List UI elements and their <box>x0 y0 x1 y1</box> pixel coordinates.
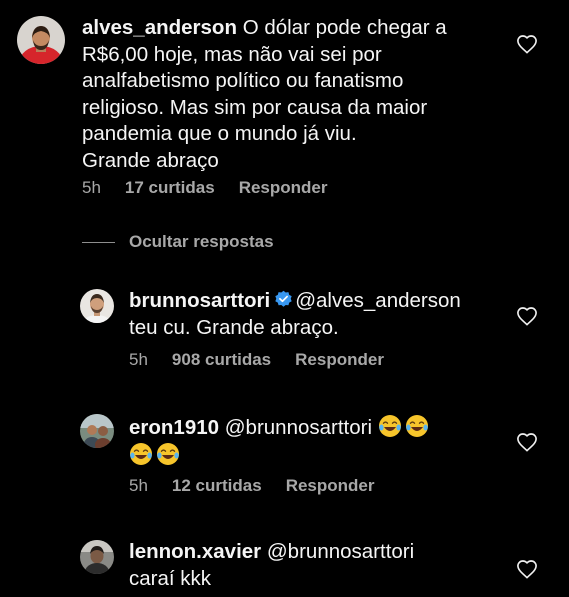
laughing-emoji-icon <box>157 442 179 465</box>
hide-replies-label: Ocultar respostas <box>129 232 274 251</box>
comment-text-line: religioso. Mas sim por causa da maior <box>82 95 428 119</box>
comment-text-line: R$6,00 hoje, mas não vai sei por <box>82 42 382 66</box>
comment-meta: 5h 17 curtidas Responder <box>82 178 327 198</box>
comment-time: 5h <box>129 350 148 369</box>
verified-badge-icon <box>275 290 292 307</box>
hide-replies-button[interactable]: Ocultar respostas <box>82 232 274 252</box>
comment-mention[interactable]: @brunnosarttori <box>225 416 372 439</box>
avatar[interactable] <box>80 540 114 574</box>
comment-text-line: pandemia que o mundo já viu. <box>82 122 357 145</box>
likes-count[interactable]: 17 curtidas <box>125 178 215 198</box>
comment-body: eron1910 @brunnosarttori <box>129 414 499 469</box>
laughing-emoji-icon <box>405 415 428 437</box>
avatar[interactable] <box>80 414 114 448</box>
avatar[interactable] <box>17 16 65 64</box>
reply-button[interactable]: Responder <box>295 350 384 370</box>
comment-text-line: teu cu. Grande abraço. <box>129 315 339 339</box>
comment-body: alves_anderson O dólar pode chegar a R$6… <box>82 15 502 174</box>
comment-text-line: Grande abraço <box>82 148 219 172</box>
avatar[interactable] <box>80 289 114 323</box>
comment-time: 5h <box>82 178 101 197</box>
comment-meta: 5h 908 curtidas Responder <box>129 350 384 370</box>
reply-button[interactable]: Responder <box>286 476 375 496</box>
heart-outline-icon[interactable] <box>516 559 538 579</box>
heart-outline-icon[interactable] <box>516 432 538 452</box>
comment-text-line: analfabetismo político ou fanatismo <box>82 69 404 92</box>
comment-username[interactable]: alves_anderson <box>82 16 237 39</box>
comment-text-line: caraí kkk <box>129 566 212 590</box>
likes-count[interactable]: 908 curtidas <box>172 350 271 370</box>
comment-text-line: O dólar pode chegar a <box>242 16 447 39</box>
heart-outline-icon[interactable] <box>516 34 538 54</box>
comment-username[interactable]: brunnosarttori <box>129 289 270 312</box>
divider-line <box>82 241 115 243</box>
comment-meta: 5h 12 curtidas Responder <box>129 476 374 496</box>
comment-body: lennon.xavier @brunnosarttori caraí kkk <box>129 539 499 592</box>
likes-count[interactable]: 12 curtidas <box>172 476 262 496</box>
comment-mention[interactable]: @brunnosarttori <box>267 540 414 563</box>
comment-body: brunnosarttori @alves_anderson teu cu. G… <box>129 288 499 341</box>
heart-outline-icon[interactable] <box>516 306 538 326</box>
comment-mention[interactable]: @alves_anderson <box>295 289 461 312</box>
laughing-emoji-icon <box>130 442 152 465</box>
laughing-emoji-icon <box>378 415 401 437</box>
comment-time: 5h <box>129 476 148 495</box>
comment-username[interactable]: lennon.xavier <box>129 540 261 563</box>
reply-button[interactable]: Responder <box>239 178 328 198</box>
comment-username[interactable]: eron1910 <box>129 416 219 439</box>
